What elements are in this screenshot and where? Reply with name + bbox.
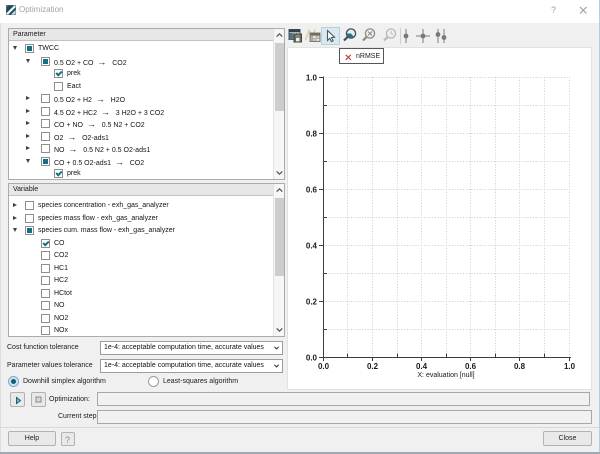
svg-text:0.2: 0.2 bbox=[367, 362, 379, 371]
svg-text:0.2: 0.2 bbox=[306, 298, 318, 307]
svg-text:1.0: 1.0 bbox=[306, 74, 318, 83]
svg-text:0.6: 0.6 bbox=[465, 362, 477, 371]
svg-text:0.0: 0.0 bbox=[306, 354, 318, 363]
svg-text:X: evaluation [null]: X: evaluation [null] bbox=[417, 372, 474, 379]
svg-text:0.8: 0.8 bbox=[306, 130, 318, 139]
svg-text:0.4: 0.4 bbox=[306, 242, 318, 251]
svg-text:1.0: 1.0 bbox=[564, 362, 576, 371]
svg-text:0.8: 0.8 bbox=[514, 362, 526, 371]
svg-text:0.6: 0.6 bbox=[306, 186, 318, 195]
svg-text:0.4: 0.4 bbox=[416, 362, 428, 371]
svg-text:0.0: 0.0 bbox=[318, 362, 330, 371]
